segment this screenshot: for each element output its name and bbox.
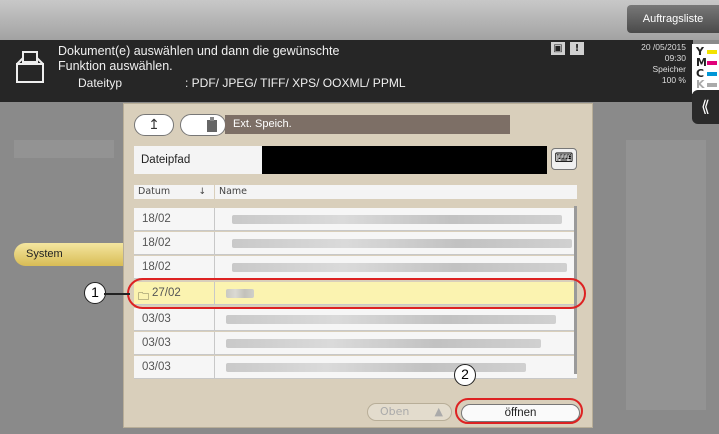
lock-icon: ▣ [551, 42, 565, 55]
status-info: 20 /05/2015 09:30 Speicher 100 % [622, 42, 686, 86]
file-row[interactable]: 18/02 [134, 232, 577, 255]
double-up-arrow-icon: ▲ [434, 405, 443, 418]
file-row[interactable]: 03/03 [134, 332, 577, 355]
date-text: 20 /05/2015 [641, 42, 686, 52]
scroll-top-label: Oben [380, 405, 410, 418]
toner-indicator: Y M C K [692, 44, 719, 94]
memory-label: Speicher [652, 64, 686, 74]
toner-c-bar [707, 72, 717, 76]
callout-2: 2 [454, 364, 476, 386]
file-name-redacted [232, 215, 562, 224]
file-date: 18/02 [142, 261, 171, 273]
column-header-date[interactable]: Datum ↓ [134, 185, 214, 199]
memory-value: 100 % [661, 75, 686, 85]
file-row[interactable]: 18/02 [134, 208, 577, 231]
keyboard-icon[interactable]: ⌨ [551, 148, 577, 170]
background-panel [14, 140, 114, 158]
highlight-ring-selection [127, 278, 586, 309]
storage-name: Ext. Speich. [225, 115, 510, 134]
file-row[interactable]: 03/03 [134, 308, 577, 331]
file-date: 03/03 [142, 361, 171, 373]
file-date: 03/03 [142, 337, 171, 349]
document-tray-icon [16, 51, 44, 83]
filetype-label: Dateityp [78, 76, 123, 90]
highlight-ring-open [455, 398, 583, 424]
column-divider [214, 232, 215, 255]
file-date: 18/02 [142, 213, 171, 225]
column-divider [214, 308, 215, 331]
column-date-label: Datum [138, 186, 171, 197]
file-row[interactable]: 03/03 [134, 356, 577, 379]
double-chevron-left-icon[interactable]: ⟪ [692, 90, 719, 124]
instruction-line-1: Dokument(e) auswählen und dann die gewün… [58, 44, 340, 58]
toner-y-bar [707, 50, 717, 54]
scroll-top-button[interactable]: Oben ▲ [367, 403, 452, 421]
background-panel [626, 140, 706, 410]
file-browser-dialog: ↥ Ext. Speich. Dateipfad ⌨ Datum ↓ Name … [123, 103, 593, 428]
callout-1-leader [104, 293, 130, 295]
usb-storage-icon [207, 117, 217, 132]
external-storage-button[interactable] [180, 114, 226, 136]
job-list-button[interactable]: Auftragsliste [627, 5, 719, 33]
system-tab[interactable]: System [14, 243, 126, 266]
column-divider [214, 256, 215, 279]
file-date: 18/02 [142, 237, 171, 249]
file-row[interactable]: 18/02 [134, 256, 577, 279]
time-text: 09:30 [664, 53, 686, 63]
file-date: 03/03 [142, 313, 171, 325]
path-field[interactable] [262, 146, 547, 174]
toner-m-bar [707, 61, 717, 65]
sort-arrow-icon: ↓ [198, 187, 206, 197]
warning-icon: ! [570, 42, 584, 55]
instruction-line-2: Funktion auswählen. [58, 59, 173, 73]
toner-k-bar [707, 83, 717, 87]
column-divider [214, 208, 215, 231]
message-header: Dokument(e) auswählen und dann die gewün… [0, 40, 693, 102]
file-name-redacted [226, 315, 556, 324]
file-name-redacted [232, 239, 572, 248]
callout-1: 1 [84, 282, 106, 304]
top-bar: Auftragsliste [0, 0, 719, 40]
toner-k-label: K [696, 78, 705, 91]
column-header-name[interactable]: Name [215, 185, 577, 199]
file-name-redacted [232, 263, 567, 272]
column-divider [214, 332, 215, 355]
path-label: Dateipfad [134, 146, 262, 174]
file-name-redacted [226, 363, 526, 372]
file-name-redacted [226, 339, 541, 348]
filetype-value: : PDF/ JPEG/ TIFF/ XPS/ OOXML/ PPML [185, 76, 406, 90]
column-divider [214, 356, 215, 379]
parent-folder-button[interactable]: ↥ [134, 114, 174, 136]
